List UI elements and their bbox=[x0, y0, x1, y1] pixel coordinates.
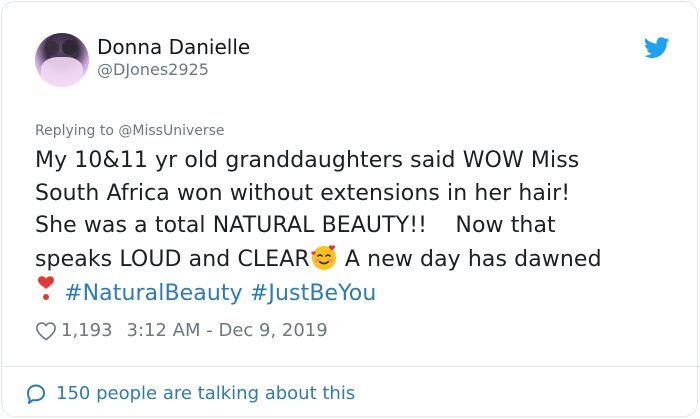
timestamp[interactable]: 3:12 AM - Dec 9, 2019 bbox=[127, 319, 328, 343]
twitter-bird-icon[interactable] bbox=[644, 37, 670, 59]
divider bbox=[3, 366, 700, 367]
tweet-meta: 1,193 3:12 AM - Dec 9, 2019 bbox=[35, 319, 328, 343]
tweet-text: My 10&11 yr old granddaughters said WOW … bbox=[35, 145, 675, 308]
reply-prefix: Replying to bbox=[35, 123, 119, 139]
author-handle[interactable]: @DJones2925 bbox=[97, 60, 209, 80]
comment-bubble-icon bbox=[27, 384, 45, 404]
smiling-face-with-hearts-icon bbox=[310, 243, 338, 271]
reply-mention[interactable]: @MissUniverse bbox=[118, 123, 224, 139]
hashtag-justbeyou[interactable]: #JustBeYou bbox=[250, 281, 377, 306]
tweet-line-2: South Africa won without extensions in h… bbox=[35, 180, 571, 206]
talking-text[interactable]: 150 people are talking about this bbox=[56, 382, 355, 406]
author-name[interactable]: Donna Danielle bbox=[97, 35, 250, 59]
tweet-line-4-text: speaks LOUD and CLEAR bbox=[35, 246, 310, 272]
replying-to: Replying to @MissUniverse bbox=[35, 122, 225, 140]
avatar[interactable] bbox=[35, 33, 89, 87]
tweet-line-4-after: A new day has dawned bbox=[337, 246, 602, 272]
hashtag-naturalbeauty[interactable]: #NaturalBeauty bbox=[64, 281, 243, 306]
tweet-line-4: speaks LOUD and CLEAR A new day has dawn… bbox=[35, 243, 675, 276]
tweet-line-3: She was a total NATURAL BEAUTY!! Now tha… bbox=[35, 213, 556, 238]
tweet-card: Donna Danielle @DJones2925 Replying to @… bbox=[1, 1, 700, 417]
heavy-heart-exclamation-icon bbox=[35, 275, 57, 303]
like-count[interactable]: 1,193 bbox=[61, 319, 113, 343]
heart-icon[interactable] bbox=[35, 321, 57, 341]
talking-link[interactable]: 150 people are talking about this bbox=[24, 382, 355, 406]
tweet-line-1: My 10&11 yr old granddaughters said WOW … bbox=[35, 148, 580, 173]
tweet-line-5: #NaturalBeauty #JustBeYou bbox=[35, 275, 675, 308]
